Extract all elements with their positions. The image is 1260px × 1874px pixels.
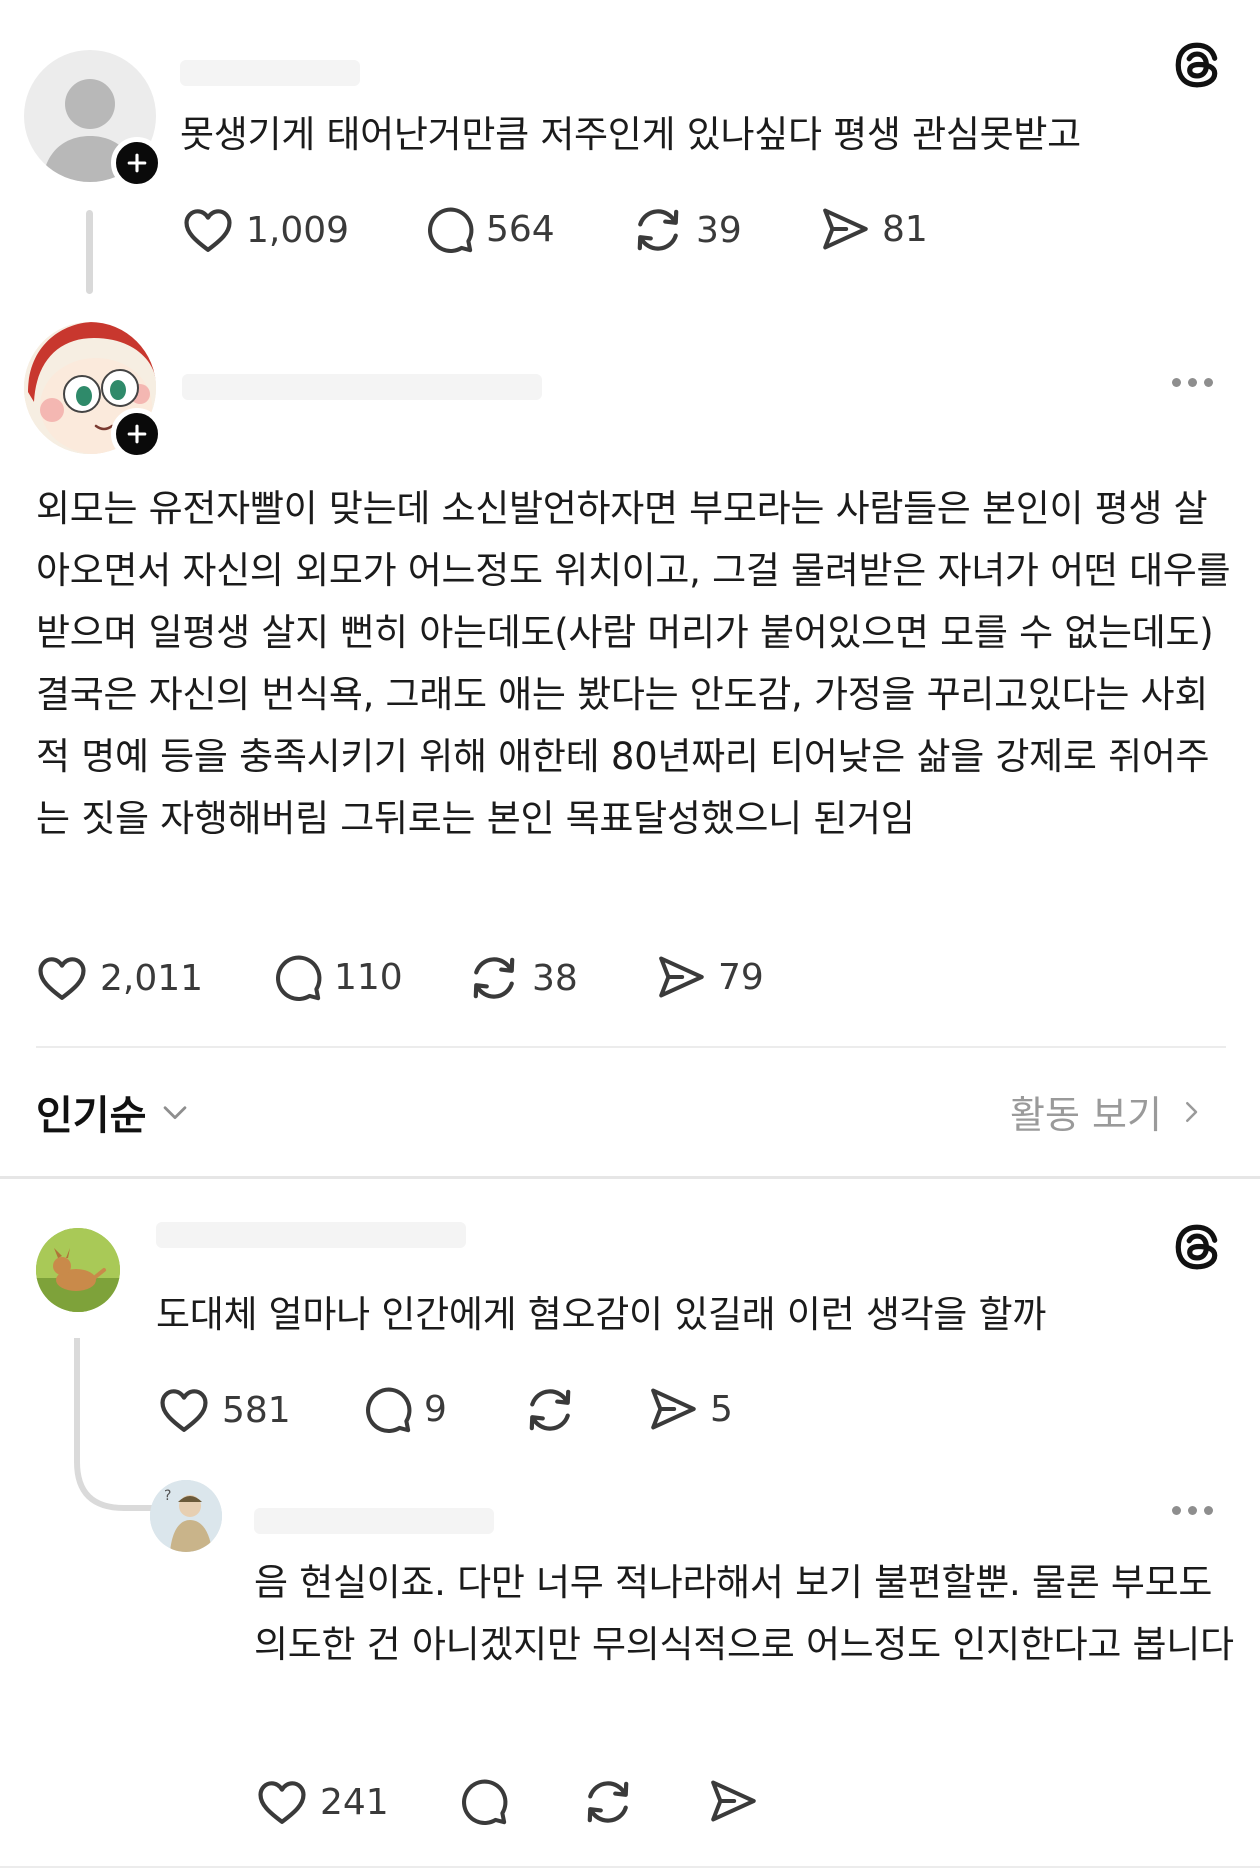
threads-logo-icon[interactable] — [1172, 40, 1222, 90]
send-icon — [818, 202, 872, 256]
sort-dropdown[interactable]: 인기순 — [36, 1083, 192, 1141]
send-icon — [654, 950, 708, 1004]
repost-arrows-icon — [522, 1382, 578, 1438]
comment-text: 음 현실이죠. 다만 너무 적나라해서 보기 불편할뿐. 물론 부모도 의도한 … — [254, 1561, 1234, 1666]
like-count: 1,009 — [246, 209, 350, 251]
repost-count: 39 — [696, 209, 742, 251]
repost-count: 38 — [532, 957, 578, 999]
more-dots-icon[interactable] — [1172, 378, 1213, 387]
reply-button[interactable] — [456, 1774, 520, 1828]
post-text: 외모는 유전자빨이 맞는데 소신발언하자면 부모라는 사람들은 본인이 평생 살… — [36, 487, 1231, 840]
send-icon — [646, 1382, 700, 1436]
like-button[interactable]: 1,009 — [180, 202, 349, 258]
share-count: 79 — [718, 956, 764, 998]
reply-count: 564 — [486, 208, 555, 250]
repost-arrows-icon — [630, 202, 686, 258]
more-dots-icon[interactable] — [1172, 1506, 1213, 1515]
reply-button[interactable]: 9 — [360, 1382, 447, 1436]
like-count: 581 — [222, 1389, 291, 1431]
reply-count: 9 — [424, 1388, 447, 1430]
reply-button[interactable]: 564 — [422, 202, 555, 256]
heart-icon — [254, 1774, 310, 1830]
send-icon — [706, 1774, 760, 1828]
repost-button[interactable] — [580, 1774, 646, 1830]
speech-bubble-icon — [422, 202, 476, 256]
reply-button[interactable]: 110 — [270, 950, 403, 1004]
avatar[interactable]: ? — [150, 1480, 222, 1552]
activity-link[interactable]: 활동 보기 — [1010, 1084, 1206, 1139]
post-text: 못생기게 태어난거만큼 저주인게 있나싶다 평생 관심못받고 — [180, 113, 1081, 156]
section-divider — [0, 1176, 1260, 1179]
speech-bubble-icon — [360, 1382, 414, 1436]
repost-button[interactable]: 39 — [630, 202, 742, 258]
thread-line — [86, 210, 93, 294]
activity-label: 활동 보기 — [1010, 1093, 1162, 1137]
username-blurred — [182, 374, 542, 400]
like-count: 2,011 — [100, 957, 204, 999]
repost-button[interactable] — [522, 1382, 588, 1438]
plus-icon — [125, 422, 149, 446]
heart-icon — [34, 950, 90, 1006]
share-button[interactable] — [706, 1774, 770, 1828]
chevron-right-icon — [1185, 1101, 1198, 1122]
speech-bubble-icon — [270, 950, 324, 1004]
speech-bubble-icon — [456, 1774, 510, 1828]
repost-arrows-icon — [466, 950, 522, 1006]
divider — [0, 1866, 1260, 1868]
avatar[interactable] — [36, 1228, 120, 1312]
chevron-down-icon — [164, 1106, 187, 1120]
like-button[interactable]: 2,011 — [34, 950, 203, 1006]
threads-logo-icon[interactable] — [1172, 1222, 1222, 1272]
plus-icon — [125, 151, 149, 175]
username-blurred — [156, 1222, 466, 1248]
divider — [36, 1046, 1226, 1048]
repost-arrows-icon — [580, 1774, 636, 1830]
sort-label: 인기순 — [36, 1093, 147, 1139]
username-blurred — [180, 60, 360, 86]
like-count: 241 — [320, 1781, 389, 1823]
share-count: 5 — [710, 1388, 733, 1430]
repost-button[interactable]: 38 — [466, 950, 578, 1006]
follow-button[interactable] — [111, 408, 163, 460]
heart-icon — [156, 1382, 212, 1438]
animal-avatar-icon — [36, 1228, 120, 1312]
heart-icon — [180, 202, 236, 258]
reply-connector — [74, 1338, 161, 1511]
share-count: 81 — [882, 208, 928, 250]
share-button[interactable]: 79 — [654, 950, 764, 1004]
svg-text:?: ? — [164, 1488, 171, 1504]
share-button[interactable]: 5 — [646, 1382, 733, 1436]
follow-button[interactable] — [111, 137, 163, 189]
share-button[interactable]: 81 — [818, 202, 928, 256]
reply-count: 110 — [334, 956, 403, 998]
illustrated-avatar-icon: ? — [150, 1480, 222, 1552]
username-blurred — [254, 1508, 494, 1534]
like-button[interactable]: 581 — [156, 1382, 291, 1438]
like-button[interactable]: 241 — [254, 1774, 389, 1830]
comment-text: 도대체 얼마나 인간에게 혐오감이 있길래 이런 생각을 할까 — [156, 1293, 1046, 1336]
